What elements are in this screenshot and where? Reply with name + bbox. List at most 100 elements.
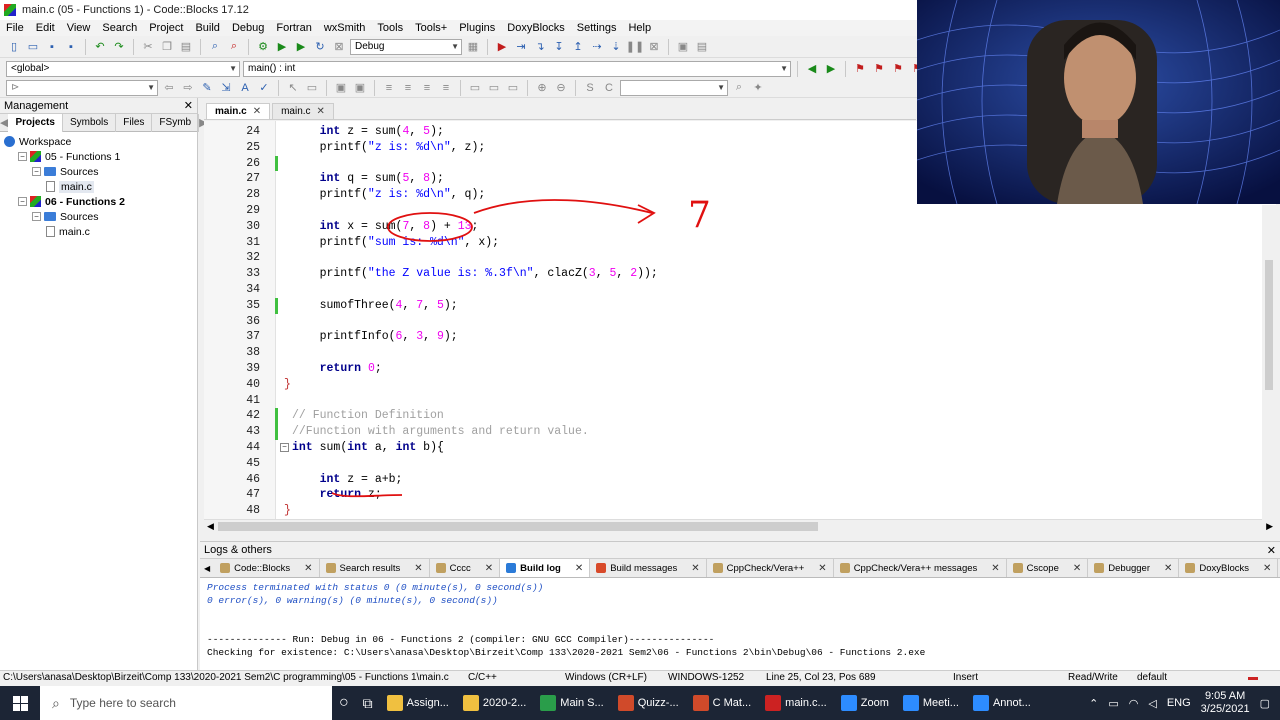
find-icon[interactable]: ⌕: [207, 39, 223, 55]
save-icon[interactable]: ▪: [44, 39, 60, 55]
tree-node-file[interactable]: main.c: [0, 224, 197, 239]
log-tab[interactable]: Build messages ✕: [590, 559, 707, 577]
zoom-out-icon[interactable]: ⊖: [553, 80, 569, 96]
copy-icon[interactable]: ❐: [159, 39, 175, 55]
open-icon[interactable]: ▭: [25, 39, 41, 55]
rebuild-icon[interactable]: ↻: [312, 39, 328, 55]
redo-icon[interactable]: ↷: [111, 39, 127, 55]
log-tab[interactable]: CppCheck/Vera++ ✕: [707, 559, 834, 577]
menu-item-tools[interactable]: Tools: [371, 22, 409, 34]
collapse-icon[interactable]: −: [32, 212, 41, 221]
search-combo[interactable]: ⊳ ▼: [6, 79, 158, 96]
run-icon[interactable]: ▶: [274, 39, 290, 55]
log-tab[interactable]: Cscope ✕: [1007, 559, 1089, 577]
jump-forward-icon[interactable]: ▶: [823, 61, 839, 77]
cortana-icon[interactable]: ○: [332, 686, 356, 720]
editor-hscrollbar[interactable]: ◀ ▶: [204, 519, 1276, 533]
build-target-select[interactable]: Debug ▼: [350, 38, 462, 55]
close-icon[interactable]: ✕: [991, 563, 999, 574]
step-into-icon[interactable]: ↧: [551, 39, 567, 55]
abc-icon[interactable]: A: [237, 80, 253, 96]
symbol-select[interactable]: main() : int ▼: [243, 60, 791, 77]
step-out-icon[interactable]: ↥: [570, 39, 586, 55]
bookmark-prev-icon[interactable]: ⚑: [871, 61, 887, 77]
scroll-left-icon[interactable]: ◀: [207, 521, 214, 532]
start-button[interactable]: [0, 686, 40, 720]
tree-node-folder[interactable]: − Sources: [0, 164, 197, 179]
menu-item-edit[interactable]: Edit: [30, 22, 61, 34]
menu-item-build[interactable]: Build: [189, 22, 225, 34]
close-icon[interactable]: ✕: [1267, 544, 1276, 557]
taskbar-app[interactable]: main.c...: [758, 686, 834, 720]
next-instruction-icon[interactable]: ⇢: [589, 39, 605, 55]
wrench-icon[interactable]: ✦: [750, 80, 766, 96]
bookmark-next-icon[interactable]: ⚑: [890, 61, 906, 77]
close-icon[interactable]: ✕: [818, 563, 826, 574]
menu-item-view[interactable]: View: [61, 22, 97, 34]
zoom-in-icon[interactable]: ⊕: [534, 80, 550, 96]
tree-node-project[interactable]: − 06 - Functions 2: [0, 194, 197, 209]
search-icon[interactable]: ⌕: [731, 80, 747, 96]
menu-item-fortran[interactable]: Fortran: [270, 22, 317, 34]
c-icon[interactable]: C: [601, 80, 617, 96]
tab-scroll-left-icon[interactable]: ◀: [204, 564, 210, 573]
close-icon[interactable]: ✕: [184, 99, 193, 112]
pause-icon[interactable]: ❚❚: [626, 39, 644, 55]
prev-icon[interactable]: ⇦: [161, 80, 177, 96]
tree-node-project[interactable]: − 05 - Functions 1: [0, 149, 197, 164]
abort-icon[interactable]: ⊠: [331, 39, 347, 55]
menu-item-help[interactable]: Help: [622, 22, 657, 34]
taskbar-app[interactable]: C Mat...: [686, 686, 759, 720]
taskbar-app[interactable]: Assign...: [380, 686, 456, 720]
zoom-select[interactable]: ▼: [620, 79, 728, 96]
tree-node-file[interactable]: main.c: [0, 179, 197, 194]
bookmark-toggle-icon[interactable]: ⚑: [852, 61, 868, 77]
cut-icon[interactable]: ✂: [140, 39, 156, 55]
log-tab[interactable]: Build log ✕: [500, 559, 591, 577]
tab-files[interactable]: Files: [116, 113, 153, 132]
target-options-icon[interactable]: ▦: [465, 39, 481, 55]
scroll-right-icon[interactable]: ▶: [1266, 521, 1273, 532]
network-icon[interactable]: ▭: [1108, 697, 1118, 710]
close-icon[interactable]: ✕: [1073, 563, 1081, 574]
debug-windows-icon[interactable]: ▣: [675, 39, 691, 55]
tree-node-folder[interactable]: − Sources: [0, 209, 197, 224]
tab-scroll-left-icon[interactable]: ◀: [0, 115, 8, 131]
taskbar-search[interactable]: ⌕ Type here to search: [40, 686, 332, 720]
scroll-thumb[interactable]: [218, 522, 818, 531]
s-icon[interactable]: S: [582, 80, 598, 96]
close-icon[interactable]: ✕: [575, 563, 583, 574]
align-center-icon[interactable]: ≡: [400, 80, 416, 96]
build-log-output[interactable]: Process terminated with status 0 (0 minu…: [200, 578, 1280, 662]
box1-icon[interactable]: ▭: [467, 80, 483, 96]
close-icon[interactable]: ✕: [1263, 563, 1271, 574]
new-file-icon[interactable]: ▯: [6, 39, 22, 55]
cursor-icon[interactable]: ↖: [285, 80, 301, 96]
menu-item-project[interactable]: Project: [143, 22, 189, 34]
taskbar-app[interactable]: Quizz-...: [611, 686, 686, 720]
close-icon[interactable]: ✕: [414, 563, 422, 574]
close-icon[interactable]: ✕: [304, 563, 312, 574]
save-all-icon[interactable]: ▪: [63, 39, 79, 55]
image2-icon[interactable]: ▣: [352, 80, 368, 96]
paste-icon[interactable]: ▤: [178, 39, 194, 55]
regex-icon[interactable]: ✓: [256, 80, 272, 96]
taskbar-app[interactable]: Meeti...: [896, 686, 966, 720]
log-tab[interactable]: DoxyBlocks ✕: [1179, 559, 1279, 577]
taskbar-app[interactable]: 2020-2...: [456, 686, 533, 720]
tab-projects[interactable]: Projects: [8, 113, 63, 132]
build-run-icon[interactable]: ▶: [293, 39, 309, 55]
close-icon[interactable]: ✕: [253, 106, 261, 117]
editor-tab[interactable]: main.c ✕: [206, 103, 271, 119]
notification-icon[interactable]: ▢: [1260, 697, 1270, 710]
menu-item-tools-[interactable]: Tools+: [409, 22, 453, 34]
box2-icon[interactable]: ▭: [486, 80, 502, 96]
undo-icon[interactable]: ↶: [92, 39, 108, 55]
jump-back-icon[interactable]: ◀: [804, 61, 820, 77]
log-tab[interactable]: Code::Blocks ✕: [214, 559, 320, 577]
log-tab[interactable]: Debugger ✕: [1088, 559, 1180, 577]
next-icon[interactable]: ⇨: [180, 80, 196, 96]
align-right-icon[interactable]: ≡: [419, 80, 435, 96]
align-justify-icon[interactable]: ≡: [438, 80, 454, 96]
menu-item-file[interactable]: File: [0, 22, 30, 34]
